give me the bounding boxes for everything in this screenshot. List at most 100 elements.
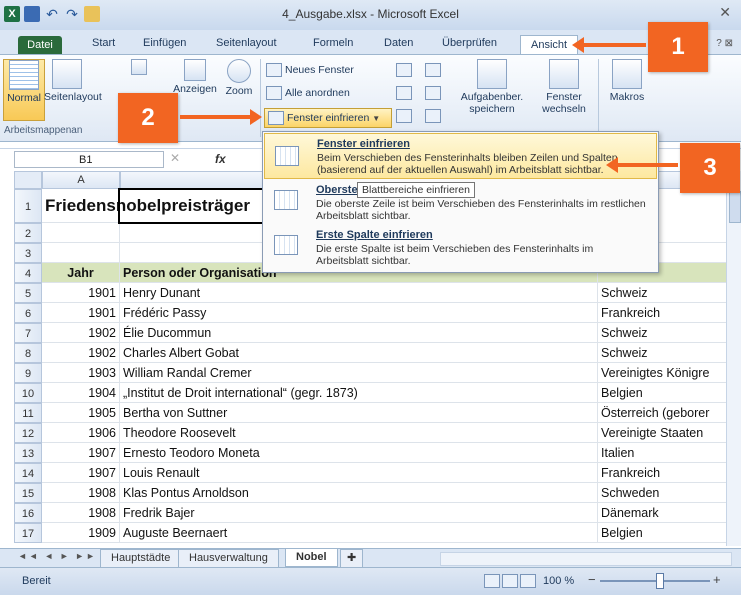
cell-country[interactable]: Schweiz	[598, 323, 727, 343]
cell-person[interactable]: Auguste Beernaert	[120, 523, 598, 543]
new-window-button[interactable]: Neues Fenster	[266, 63, 354, 77]
cell-year[interactable]: 1908	[42, 503, 120, 523]
row-header[interactable]: 5	[14, 283, 42, 303]
page-layout-status-icon[interactable]	[502, 574, 518, 588]
cell-country[interactable]: Schweden	[598, 483, 727, 503]
freeze-panes-button[interactable]: Fenster einfrieren ▼	[264, 108, 392, 128]
row-header[interactable]: 11	[14, 403, 42, 423]
new-sheet-icon[interactable]: ✚	[340, 549, 364, 568]
tab-ansicht[interactable]: Ansicht	[520, 35, 579, 54]
macros-button[interactable]: Makros	[604, 59, 650, 103]
cell-person[interactable]: Élie Ducommun	[120, 323, 598, 343]
row-header[interactable]: 13	[14, 443, 42, 463]
cell-year[interactable]: 1907	[42, 463, 120, 483]
cell-country[interactable]: Frankreich	[598, 303, 727, 323]
sheet-tab-hausverwaltung[interactable]: Hausverwaltung	[178, 549, 279, 568]
cell-country[interactable]: Belgien	[598, 383, 727, 403]
cell-person[interactable]: Theodore Roosevelt	[120, 423, 598, 443]
cell-year[interactable]: Jahr	[42, 263, 120, 283]
cell-year[interactable]	[42, 243, 120, 263]
cell-person[interactable]: Louis Renault	[120, 463, 598, 483]
zoom-in-icon[interactable]: +	[713, 572, 721, 587]
sheet-tab-nobel[interactable]: Nobel	[285, 549, 338, 567]
cell-country[interactable]: Belgien	[598, 523, 727, 543]
unhide-button[interactable]	[396, 109, 412, 123]
row-header[interactable]: 15	[14, 483, 42, 503]
row-header[interactable]: 16	[14, 503, 42, 523]
cell-country[interactable]: Österreich (geborer	[598, 403, 727, 423]
row-header[interactable]: 2	[14, 223, 42, 243]
cell-person[interactable]: Ernesto Teodoro Moneta	[120, 443, 598, 463]
tab-einfuegen[interactable]: Einfügen	[143, 34, 186, 52]
horizontal-scrollbar[interactable]	[440, 552, 732, 566]
cell-country[interactable]: Dänemark	[598, 503, 727, 523]
cell-country[interactable]: Vereinigte Staaten	[598, 423, 727, 443]
select-all-corner[interactable]	[14, 171, 42, 189]
insert-function-icon[interactable]: fx	[215, 152, 226, 166]
cell-year[interactable]: 1901	[42, 303, 120, 323]
page-break-button[interactable]	[128, 59, 150, 77]
tab-datei[interactable]: Datei	[18, 36, 62, 54]
cell-person[interactable]: Bertha von Suttner	[120, 403, 598, 423]
cell-person[interactable]: „Institut de Droit international“ (gegr.…	[120, 383, 598, 403]
menu-item-freeze-panes[interactable]: Fenster einfrieren Beim Verschieben des …	[264, 133, 657, 179]
tab-start[interactable]: Start	[92, 34, 115, 52]
cancel-icon[interactable]: ✕	[170, 151, 180, 165]
normal-view-status-icon[interactable]	[484, 574, 500, 588]
cell-year[interactable]: 1902	[42, 323, 120, 343]
row-header[interactable]: 4	[14, 263, 42, 283]
name-box[interactable]: B1	[14, 151, 164, 168]
cell-year[interactable]: 1908	[42, 483, 120, 503]
reset-position-button[interactable]	[425, 109, 441, 123]
tab-ueberpruefen[interactable]: Überprüfen	[442, 34, 497, 52]
row-header[interactable]: 6	[14, 303, 42, 323]
cell-person[interactable]: Fredrik Bajer	[120, 503, 598, 523]
cell-person[interactable]: William Randal Cremer	[120, 363, 598, 383]
column-header-a[interactable]: A	[42, 171, 120, 189]
cell-country[interactable]: Italien	[598, 443, 727, 463]
normal-view-button[interactable]: Normal	[3, 59, 45, 121]
cell-year[interactable]: 1907	[42, 443, 120, 463]
cell-year[interactable]	[42, 223, 120, 243]
zoom-slider[interactable]	[600, 580, 710, 582]
row-header[interactable]: 3	[14, 243, 42, 263]
row-header[interactable]: 9	[14, 363, 42, 383]
row-header[interactable]: 12	[14, 423, 42, 443]
row-header[interactable]: 7	[14, 323, 42, 343]
row-header[interactable]: 10	[14, 383, 42, 403]
cell-person[interactable]: Charles Albert Gobat	[120, 343, 598, 363]
side-by-side-button[interactable]	[425, 63, 441, 77]
scrollbar-thumb[interactable]	[729, 191, 741, 223]
cell-country[interactable]: Vereinigtes Königre	[598, 363, 727, 383]
sync-scroll-button[interactable]	[425, 86, 441, 100]
show-button[interactable]: Anzeigen	[170, 59, 220, 95]
row-header[interactable]: 17	[14, 523, 42, 543]
cell-person[interactable]: Klas Pontus Arnoldson	[120, 483, 598, 503]
tab-formeln[interactable]: Formeln	[313, 34, 353, 52]
zoom-out-icon[interactable]: −	[588, 572, 596, 587]
page-layout-button[interactable]: Seitenlayout	[44, 59, 102, 103]
tab-daten[interactable]: Daten	[384, 34, 413, 52]
cell-person[interactable]: Henry Dunant	[120, 283, 598, 303]
zoom-slider-knob[interactable]	[656, 573, 664, 589]
row-header[interactable]: 14	[14, 463, 42, 483]
cell-year[interactable]: 1902	[42, 343, 120, 363]
save-workspace-button[interactable]: Aufgabenber. speichern	[454, 59, 530, 115]
cell-year[interactable]: 1906	[42, 423, 120, 443]
zoom-button[interactable]: Zoom	[222, 59, 256, 97]
switch-windows-button[interactable]: Fenster wechseln	[534, 59, 594, 115]
cell-year[interactable]: 1905	[42, 403, 120, 423]
ribbon-controls[interactable]: ? ⊠	[716, 38, 733, 49]
split-button[interactable]	[396, 63, 412, 77]
row-header[interactable]: 8	[14, 343, 42, 363]
tab-seitenlayout[interactable]: Seitenlayout	[216, 34, 277, 52]
cell-person[interactable]: Frédéric Passy	[120, 303, 598, 323]
cell-year[interactable]: 1904	[42, 383, 120, 403]
menu-item-freeze-first-column[interactable]: Erste Spalte einfrieren Die erste Spalte…	[264, 225, 657, 269]
cell-country[interactable]: Frankreich	[598, 463, 727, 483]
sheet-tab-hauptstaedte[interactable]: Hauptstädte	[100, 549, 182, 568]
page-break-status-icon[interactable]	[520, 574, 536, 588]
cell-year[interactable]: 1901	[42, 283, 120, 303]
zoom-level[interactable]: 100 %	[543, 575, 574, 587]
cell-year[interactable]: 1909	[42, 523, 120, 543]
